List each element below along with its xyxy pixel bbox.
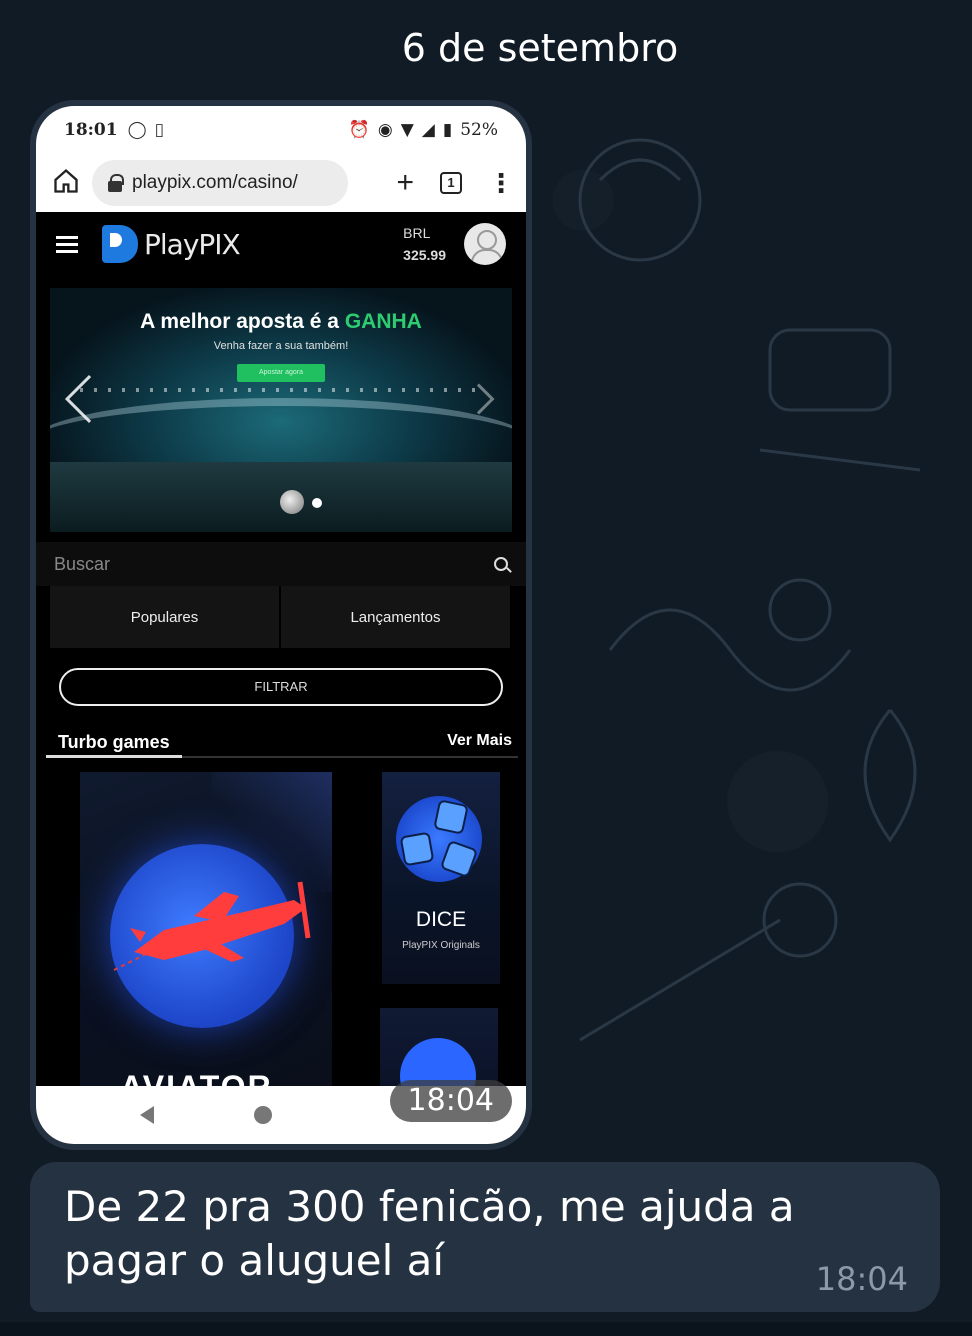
photo-timestamp: 18:04 [389, 1080, 512, 1122]
promo-banner[interactable]: A melhor aposta é a GANHA Venha fazer a … [50, 288, 512, 532]
vibrate-icon: ◉ [377, 120, 393, 140]
doodle-decoration [863, 709, 917, 843]
lock-icon [108, 174, 124, 192]
tab-lancamentos[interactable]: Lançamentos [281, 586, 512, 648]
message-text: De 22 pra 300 fenicão, me ajuda a pagar … [64, 1182, 795, 1285]
avatar[interactable] [464, 223, 506, 265]
carousel-dot[interactable] [312, 498, 322, 508]
banner-subtitle: Venha fazer a sua também! [213, 340, 349, 352]
dice-icon [399, 831, 435, 867]
game-card-dice[interactable]: DICE PlayPIX Originals [382, 772, 500, 984]
see-more-link[interactable]: Ver Mais [447, 732, 518, 754]
url-field[interactable]: playpix.com/casino/ [92, 160, 348, 206]
airplane-icon [113, 881, 311, 971]
carousel-dots [280, 490, 322, 514]
battery-percent: 52% [460, 120, 498, 140]
games-grid: AVIATOR DICE PlayPIX Originals [36, 768, 526, 1114]
hamburger-menu-icon[interactable] [56, 235, 78, 253]
section-title: Turbo games [46, 732, 182, 758]
soccer-ball-icon [280, 490, 304, 514]
home-icon[interactable] [52, 167, 80, 200]
alarm-icon: ⏰ [348, 120, 370, 140]
brand-logo[interactable]: PlayPIX [102, 225, 241, 263]
doodle-decoration [578, 138, 702, 262]
status-bar: 18:01 ◯ ▯ ⏰ ◉ ▼ ◢ ▮ 52% [36, 106, 526, 154]
search-placeholder: Buscar [54, 553, 111, 574]
game-card-aviator[interactable]: AVIATOR [80, 772, 332, 1105]
balance-amount: 325.99 [403, 247, 446, 263]
photo-message[interactable]: 18:01 ◯ ▯ ⏰ ◉ ▼ ◢ ▮ 52% playpix.com/casi… [30, 100, 532, 1150]
category-tabs: Populares Lançamentos [50, 586, 512, 648]
dice-icon [433, 799, 469, 835]
doodle-decoration [579, 882, 838, 1042]
game-subtitle-dice: PlayPIX Originals [402, 940, 480, 951]
battery-icon: ▮ [442, 120, 453, 140]
wifi-icon: ▼ [400, 120, 414, 140]
signal-icon: ◢ [421, 120, 435, 140]
new-tab-icon[interactable]: + [396, 166, 414, 200]
more-options-icon[interactable]: ⋮ [488, 170, 514, 196]
doodle-decoration [759, 328, 921, 472]
logo-mark-icon [102, 225, 138, 263]
battery-saver-icon: ▯ [154, 120, 164, 140]
whatsapp-icon: ◯ [127, 120, 147, 140]
back-icon[interactable] [140, 1106, 154, 1124]
screenshot-image[interactable]: 18:01 ◯ ▯ ⏰ ◉ ▼ ◢ ▮ 52% playpix.com/casi… [36, 106, 526, 1144]
url-text: playpix.com/casino/ [132, 172, 298, 193]
banner-cta-button[interactable]: Apostar agora [237, 364, 325, 382]
status-time: 18:01 [64, 120, 118, 140]
message-timestamp: 18:04 [815, 1260, 908, 1298]
site-header: PlayPIX BRL 325.99 [36, 212, 526, 276]
currency-label: BRL [403, 225, 431, 241]
filter-button[interactable]: FILTRAR [59, 668, 503, 706]
section-header: Turbo games Ver Mais [46, 732, 518, 758]
banner-title: A melhor aposta é a GANHA [140, 310, 422, 333]
tab-populares[interactable]: Populares [50, 586, 281, 648]
balance[interactable]: BRL 325.99 [403, 222, 446, 266]
search-input[interactable]: Buscar [36, 542, 526, 586]
brand-name: PlayPIX [144, 227, 241, 261]
home-button-icon[interactable] [254, 1106, 272, 1124]
text-message[interactable]: De 22 pra 300 fenicão, me ajuda a pagar … [30, 1162, 940, 1312]
stadium-lights [80, 388, 482, 392]
search-icon[interactable] [494, 557, 508, 571]
tabs-count-button[interactable]: 1 [440, 172, 462, 194]
game-title-dice: DICE [415, 908, 467, 931]
browser-toolbar: playpix.com/casino/ + 1 ⋮ [36, 154, 526, 212]
date-label: 6 de setembro [401, 26, 679, 70]
